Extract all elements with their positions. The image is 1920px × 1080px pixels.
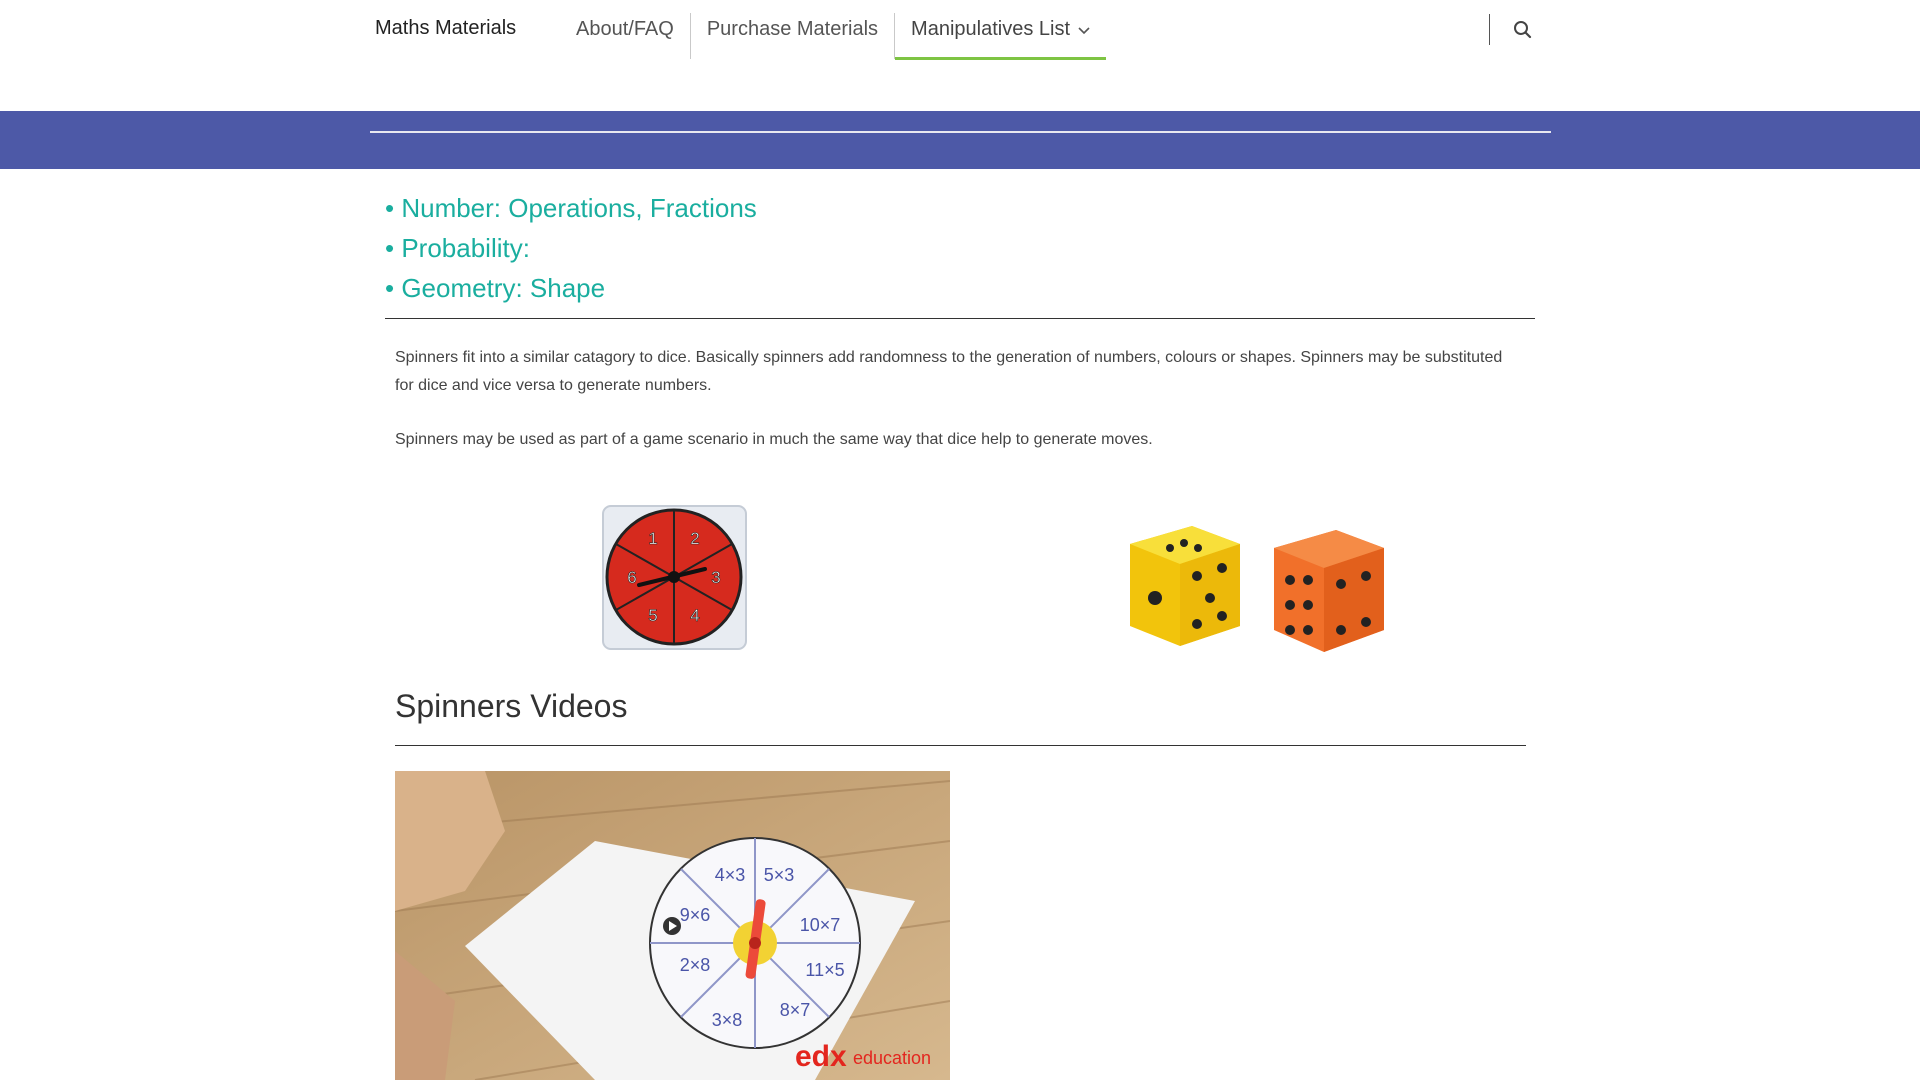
video-brand-suffix: education (853, 1048, 931, 1068)
video-spinner-label: 10×7 (800, 915, 841, 935)
search-icon[interactable] (1512, 19, 1534, 41)
video-spinner-label: 4×3 (715, 865, 746, 885)
nav-item-manipulatives-list[interactable]: Manipulatives List (894, 13, 1106, 60)
video-spinner-label: 2×8 (680, 955, 711, 975)
intro-paragraph: Spinners fit into a similar catagory to … (395, 349, 1503, 394)
videos-heading: Spinners Videos (395, 688, 628, 724)
site-header: Maths Materials About/FAQ Purchase Mater… (0, 0, 1920, 111)
nav-item-label: Manipulatives List (911, 18, 1070, 40)
video-spinner-label: 11×5 (805, 960, 844, 980)
spinner-number: 4 (690, 606, 699, 625)
band-divider (370, 131, 1551, 133)
video-brand: edx (795, 1040, 847, 1073)
spinner-number: 5 (648, 606, 657, 625)
divider (385, 318, 1535, 319)
spinner-number: 2 (690, 529, 699, 548)
topic-geometry: • Geometry: Shape (385, 273, 606, 303)
nav-item-label: About/FAQ (576, 18, 674, 40)
nav-item-purchase-materials[interactable]: Purchase Materials (689, 13, 894, 59)
main-nav: About/FAQ Purchase Materials Manipulativ… (560, 13, 1106, 60)
video-spinner-label: 9×6 (680, 905, 711, 925)
topic-list: • Number: Operations, Fractions • Probab… (385, 188, 757, 308)
divider (395, 745, 1526, 746)
video-player[interactable]: 5×3 10×7 11×5 8×7 3×8 2×8 9×6 4×3 edx ed… (395, 771, 950, 1080)
chevron-down-icon[interactable] (1078, 18, 1090, 42)
spinner-number: 6 (627, 568, 636, 587)
page-title-band (0, 111, 1920, 169)
video-spinner-label: 8×7 (780, 1000, 811, 1020)
site-title-link[interactable]: Maths Materials (375, 17, 516, 40)
header-divider (1489, 14, 1490, 45)
video-spinner-label: 5×3 (764, 865, 795, 885)
spinner-image: 1 2 3 4 5 6 (601, 504, 748, 651)
nav-item-about-faq[interactable]: About/FAQ (560, 13, 690, 59)
topic-number: • Number: Operations, Fractions (385, 193, 757, 223)
topic-probability: • Probability: (385, 233, 530, 263)
nav-item-label: Purchase Materials (706, 18, 879, 40)
game-paragraph: Spinners may be used as part of a game s… (395, 431, 1153, 448)
spinner-number: 3 (711, 568, 720, 587)
play-icon (663, 917, 681, 935)
spinner-number: 1 (648, 529, 657, 548)
dice-image (1118, 516, 1392, 660)
video-spinner-label: 3×8 (712, 1010, 743, 1030)
